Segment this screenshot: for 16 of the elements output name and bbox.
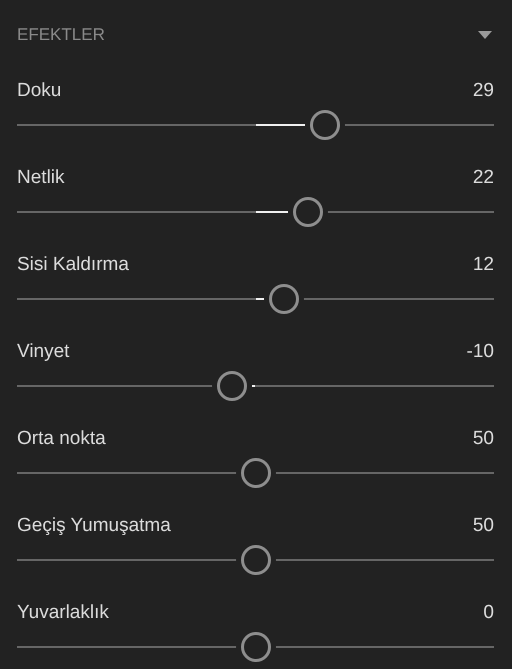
slider-label: Netlik — [17, 166, 65, 190]
slider-value: 22 — [472, 166, 494, 190]
panel-title: EFEKTLER — [17, 24, 105, 46]
slider-label: Yuvarlaklık — [17, 600, 109, 625]
slider-value: -10 — [466, 340, 494, 364]
slider-value: 12 — [472, 252, 494, 277]
slider-label: Sisi Kaldırma — [17, 252, 129, 277]
slider-label: Doku — [17, 78, 62, 103]
slider-label: Geçiş Yumuşatma — [17, 514, 171, 538]
slider-label: Vinyet — [17, 340, 70, 364]
slider-label: Orta nokta — [17, 426, 106, 451]
caret-icon[interactable] — [478, 31, 492, 39]
slider-value: 29 — [472, 78, 494, 103]
slider-value: 50 — [472, 426, 494, 451]
slider-value: 0 — [483, 600, 494, 625]
slider-value: 50 — [472, 514, 494, 538]
